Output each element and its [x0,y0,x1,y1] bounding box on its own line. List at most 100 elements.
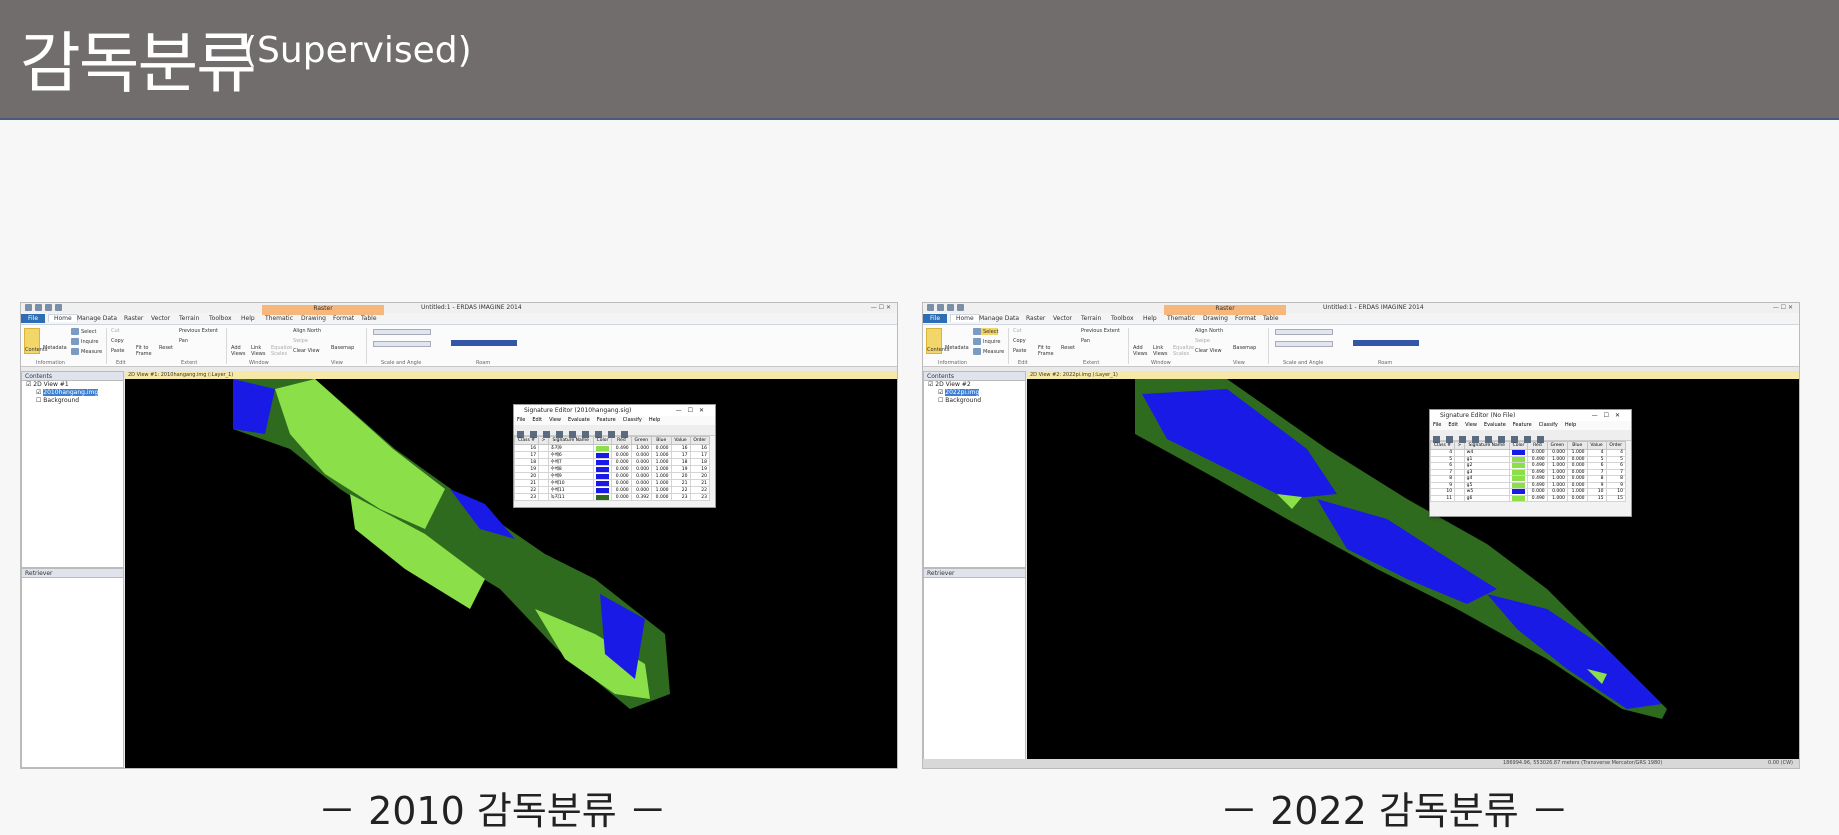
open-icon[interactable] [517,431,524,438]
signature-row[interactable]: 20 수체9 0.000 0.000 1.000 20 20 [513,472,710,480]
sig-menu-edit[interactable]: Edit [532,417,542,423]
sig-menu-file[interactable]: File [517,417,525,423]
reset-button[interactable]: Reset [1061,345,1075,351]
pan-button[interactable]: Pan [1081,338,1090,344]
signature-row[interactable]: 19 수체8 0.000 0.000 1.000 19 19 [513,465,710,473]
sig-menu-classify[interactable]: Classify [623,417,642,423]
tab-thematic[interactable]: Thematic [265,315,293,322]
add-icon[interactable] [1459,436,1466,443]
window-controls[interactable]: — ☐ ✕ [1773,303,1793,313]
fit-to-frame-button[interactable]: Fit to Frame [1038,345,1058,357]
down-arrow-icon[interactable] [1524,436,1531,443]
scale-slider[interactable] [373,329,431,335]
tab-file[interactable]: File [21,314,46,323]
tab-raster[interactable]: Raster [1026,315,1045,322]
tab-vector[interactable]: Vector [1053,315,1072,322]
color-swatch[interactable] [595,480,610,486]
tab-format[interactable]: Format [333,315,354,322]
align-north-button[interactable]: Align North [1195,328,1223,334]
metadata-button[interactable]: Metadata [945,345,969,351]
roam-controls[interactable] [451,340,517,346]
color-swatch[interactable] [1511,495,1526,501]
angle-slider[interactable] [373,341,431,347]
contents-button[interactable]: Contents [24,328,48,354]
previous-extent-button[interactable]: Previous Extent [1081,328,1120,334]
tab-thematic[interactable]: Thematic [1167,315,1195,322]
undo-icon[interactable] [55,304,62,311]
color-swatch[interactable] [1511,489,1526,495]
color-swatch[interactable] [595,445,610,451]
sig-menu-help[interactable]: Help [1565,422,1576,428]
color-swatch[interactable] [595,494,610,500]
color-swatch[interactable] [595,487,610,493]
select-button[interactable]: Select [71,328,96,335]
sigma-icon[interactable] [1498,436,1505,443]
sig-menu-evaluate[interactable]: Evaluate [1484,422,1506,428]
tab-manage-data[interactable]: Manage Data [77,315,117,322]
map-view[interactable]: Signature Editor (2010hangang.sig) —☐✕ F… [125,379,897,768]
signature-row[interactable]: 23 녹지11 0.000 0.392 0.000 23 23 [513,493,710,501]
map-view[interactable]: Signature Editor (No File) —☐✕ File Edit V… [1027,379,1799,759]
color-swatch[interactable] [1511,463,1526,469]
color-swatch[interactable] [1511,469,1526,475]
undo-icon[interactable] [957,304,964,311]
fit-to-frame-button[interactable]: Fit to Frame [136,345,156,357]
tab-vector[interactable]: Vector [151,315,170,322]
tab-home[interactable]: Home [48,314,78,322]
basemap-button[interactable]: Basemap [1233,345,1256,351]
add-icon[interactable] [543,431,550,438]
tab-terrain[interactable]: Terrain [179,315,199,322]
new-icon[interactable] [530,431,537,438]
sig-menu-feature[interactable]: Feature [1513,422,1532,428]
angle-slider[interactable] [1275,341,1333,347]
down-arrow-icon[interactable] [608,431,615,438]
merge-icon[interactable] [569,431,576,438]
signature-row[interactable]: 21 수체10 0.000 0.000 1.000 21 21 [513,479,710,487]
tab-file[interactable]: File [923,314,948,323]
tab-home[interactable]: Home [950,314,980,322]
save-icon[interactable] [947,304,954,311]
select-button[interactable]: Select [973,328,999,335]
align-north-button[interactable]: Align North [293,328,321,334]
paste-button[interactable]: Paste [111,348,125,354]
signature-window-controls[interactable]: —☐✕ [676,405,710,416]
link-views-button[interactable]: Link Views [1153,345,1171,357]
tab-table[interactable]: Table [361,315,377,322]
clear-view-button[interactable]: Clear View [293,348,320,354]
tree-view-node[interactable]: ☑ 2D View #2 [928,381,1025,389]
tree-layer-node[interactable]: ☑ 2010hangang.img [26,389,123,397]
sig-menu-classify[interactable]: Classify [1539,422,1558,428]
color-swatch[interactable] [595,459,610,465]
sig-menu-file[interactable]: File [1433,422,1441,428]
color-swatch[interactable] [1511,482,1526,488]
basemap-button[interactable]: Basemap [331,345,354,351]
tab-terrain[interactable]: Terrain [1081,315,1101,322]
contents-button[interactable]: Contents [926,328,950,354]
previous-extent-button[interactable]: Previous Extent [179,328,218,334]
tab-table[interactable]: Table [1263,315,1279,322]
tab-help[interactable]: Help [1143,315,1157,322]
replace-icon[interactable] [556,431,563,438]
histogram-icon[interactable] [595,431,602,438]
tab-toolbox[interactable]: Toolbox [209,315,232,322]
swipe-button[interactable]: Swipe [1195,338,1210,344]
sig-menu-help[interactable]: Help [649,417,660,423]
cut-button[interactable]: Cut [111,328,120,334]
swipe-button[interactable]: Swipe [293,338,308,344]
open-icon[interactable] [35,304,42,311]
sig-menu-feature[interactable]: Feature [597,417,616,423]
copy-button[interactable]: Copy [111,338,124,344]
tab-raster[interactable]: Raster [124,315,143,322]
color-swatch[interactable] [595,466,610,472]
save-icon[interactable] [45,304,52,311]
color-swatch[interactable] [595,473,610,479]
measure-button[interactable]: Measure [973,348,1004,355]
tree-background-node[interactable]: ☐ Background [928,397,1025,405]
signature-row[interactable]: 17 수체6 0.000 0.000 1.000 17 17 [513,451,710,459]
tab-manage-data[interactable]: Manage Data [979,315,1019,322]
window-controls[interactable]: — ☐ ✕ [871,303,891,313]
sig-menu-view[interactable]: View [549,417,561,423]
tab-toolbox[interactable]: Toolbox [1111,315,1134,322]
color-swatch[interactable] [1511,476,1526,482]
sigma-icon[interactable] [582,431,589,438]
